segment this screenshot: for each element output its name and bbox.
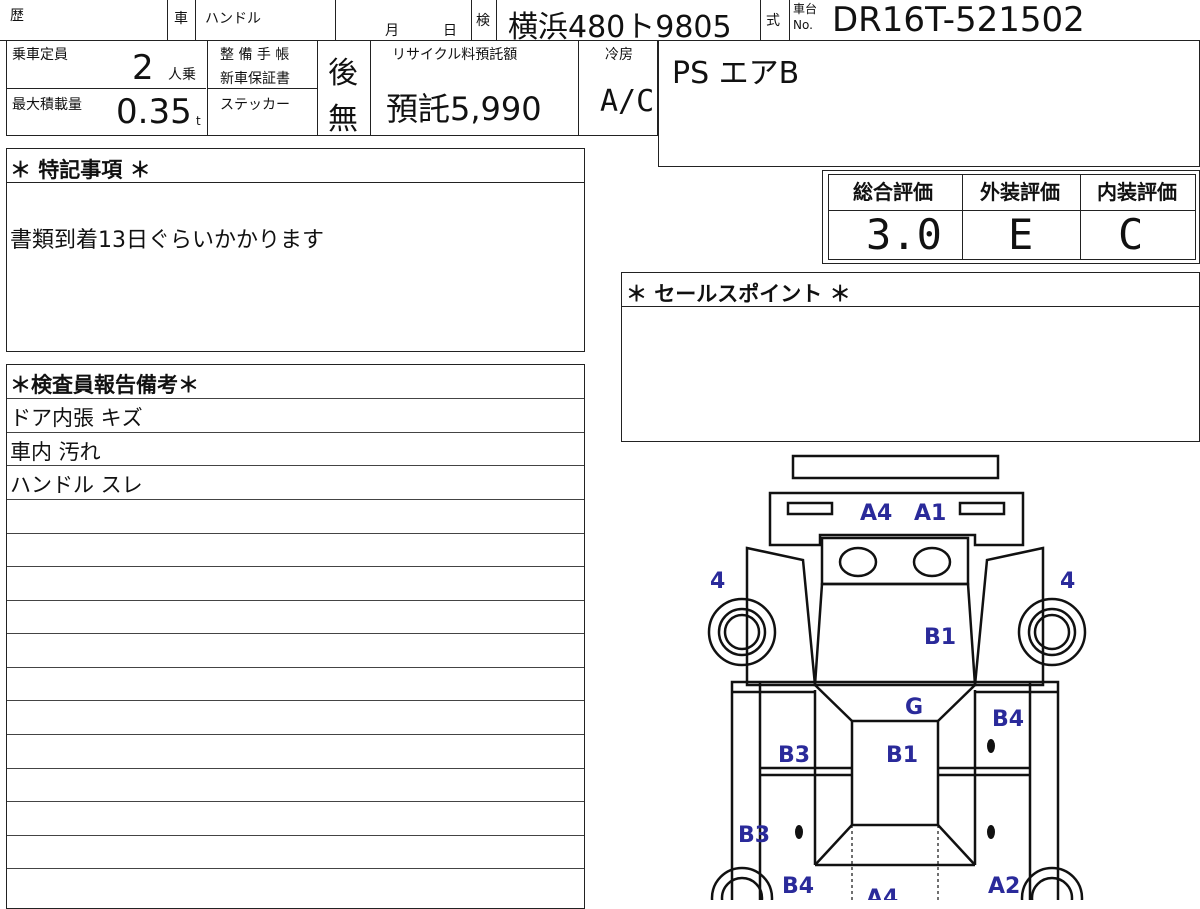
- damage-label-a4: A4: [860, 501, 892, 526]
- tire-front-left: [707, 597, 777, 667]
- damage-label-b3-upper: B3: [778, 743, 810, 768]
- damage-label-b4-bottom: B4: [782, 874, 814, 899]
- damage-label-b4-right: B4: [992, 707, 1024, 732]
- front-bumper: [791, 454, 1000, 480]
- headlight-left: [838, 546, 878, 578]
- damage-label-b1-hood: B1: [924, 625, 956, 650]
- tire-label-left: 4: [710, 569, 725, 594]
- tire-label-right: 4: [1060, 569, 1075, 594]
- damage-label-b3-lower: B3: [738, 823, 770, 848]
- tire-front-right: [1017, 597, 1087, 667]
- headlight-right: [912, 546, 952, 578]
- vehicle-damage-diagram: A4 A1 4 4 B1 G B1 B3 B4 B3 B4 A4 A2: [707, 454, 1087, 900]
- roof-panel: [850, 719, 940, 827]
- windshield: [820, 536, 970, 586]
- damage-label-a1: A1: [914, 501, 946, 526]
- fender-right: [973, 546, 1045, 687]
- damage-label-b1-roof: B1: [886, 743, 918, 768]
- fender-left: [745, 546, 817, 687]
- damage-label-a2: A2: [988, 874, 1020, 899]
- damage-label-a4-bottom: A4: [866, 886, 898, 900]
- damage-label-g: G: [905, 695, 923, 720]
